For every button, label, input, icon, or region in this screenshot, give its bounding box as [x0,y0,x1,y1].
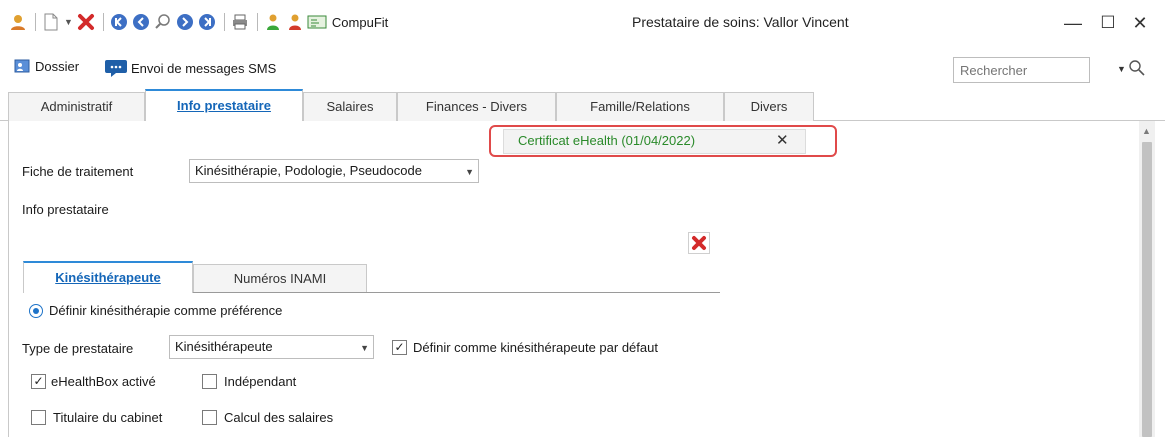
tab-info-prestataire[interactable]: Info prestataire [145,89,303,122]
toolbar-separator [256,13,258,31]
salaires-checkbox[interactable] [202,410,217,425]
search-input[interactable] [953,57,1090,83]
quick-toolbar: ▼ CompuFit [8,10,388,34]
default-label: Définir comme kinésithérapeute par défau… [413,340,658,355]
compufit-label[interactable]: CompuFit [332,15,388,30]
chat-bubble-icon [104,56,130,80]
type-prestataire-select[interactable]: Kinésithérapeute ▼ [169,335,374,359]
close-button[interactable]: ✕ [1128,12,1152,34]
chevron-down-icon: ▼ [465,167,474,177]
fiche-select[interactable]: Kinésithérapie, Podologie, Pseudocode ▼ [189,159,479,183]
window-title: Prestataire de soins: Vallor Vincent [632,14,849,30]
scrollbar-thumb[interactable] [1142,142,1152,437]
tab-kinesitherapeute[interactable]: Kinésithérapeute [23,261,193,293]
scroll-up-icon[interactable]: ▲ [1142,126,1151,136]
minimize-button[interactable]: — [1061,12,1085,34]
next-record-icon[interactable] [175,12,195,32]
previous-record-icon[interactable] [131,12,151,32]
dossier-button[interactable]: Dossier [14,58,79,74]
tab-finances-divers[interactable]: Finances - Divers [397,92,556,121]
info-prestataire-label: Info prestataire [22,202,109,217]
tab-administratif[interactable]: Administratif [8,92,145,121]
magnifier-icon[interactable] [1128,59,1146,80]
ehealthbox-label: eHealthBox activé [51,374,156,389]
dossier-icon [14,58,30,74]
certificate-text: Certificat eHealth (01/04/2022) [518,133,696,148]
person-search-icon[interactable] [8,12,28,32]
salaires-label: Calcul des salaires [224,410,334,425]
titulaire-label: Titulaire du cabinet [53,410,163,425]
type-prestataire-value: Kinésithérapeute [175,339,273,354]
compufit-icon[interactable] [307,12,327,32]
chevron-down-icon: ▼ [360,343,369,353]
ehealthbox-checkbox[interactable]: ✓ [31,374,46,389]
first-record-icon[interactable] [109,12,129,32]
toolbar-separator [223,13,225,31]
fiche-value: Kinésithérapie, Podologie, Pseudocode [195,163,422,178]
tab-famille-relations[interactable]: Famille/Relations [556,92,724,121]
maximize-button[interactable]: ☐ [1096,12,1120,34]
new-dropdown-icon[interactable]: ▼ [64,17,73,27]
sms-label: Envoi de messages SMS [131,60,277,76]
tab-salaires[interactable]: Salaires [303,92,397,121]
preference-label: Définir kinésithérapie comme préférence [49,303,283,318]
new-document-icon[interactable] [41,12,61,32]
toolbar-separator [35,13,36,31]
delete-icon[interactable] [76,12,96,32]
delete-button[interactable] [688,232,710,254]
toolbar-separator [102,13,104,31]
person-red-icon[interactable] [285,12,305,32]
sub-tabs: Kinésithérapeute Numéros INAMI [23,261,720,293]
title-bar: ▼ CompuFit Prestataire de soins: Vallor … [0,0,1165,42]
independant-checkbox[interactable] [202,374,217,389]
independant-label: Indépendant [224,374,297,389]
tab-numeros-inami[interactable]: Numéros INAMI [193,264,367,292]
fiche-label: Fiche de traitement [22,164,134,179]
type-prestataire-label: Type de prestataire [22,341,134,356]
default-checkbox[interactable]: ✓ [392,340,407,355]
certificate-close-button[interactable]: ✕ [776,131,789,149]
titulaire-checkbox[interactable] [31,410,46,425]
tab-divers[interactable]: Divers [724,92,814,121]
search-icon[interactable] [153,12,173,32]
dossier-label: Dossier [35,58,80,74]
main-tabs: Administratif Info prestataire Salaires … [0,89,1165,122]
print-icon[interactable] [230,12,250,32]
preference-radio[interactable] [29,304,43,318]
sms-button[interactable]: Envoi de messages SMS [104,56,276,80]
search-dropdown-icon[interactable]: ▼ [1117,64,1126,74]
last-record-icon[interactable] [197,12,217,32]
delete-icon [692,236,706,250]
person-green-icon[interactable] [263,12,283,32]
